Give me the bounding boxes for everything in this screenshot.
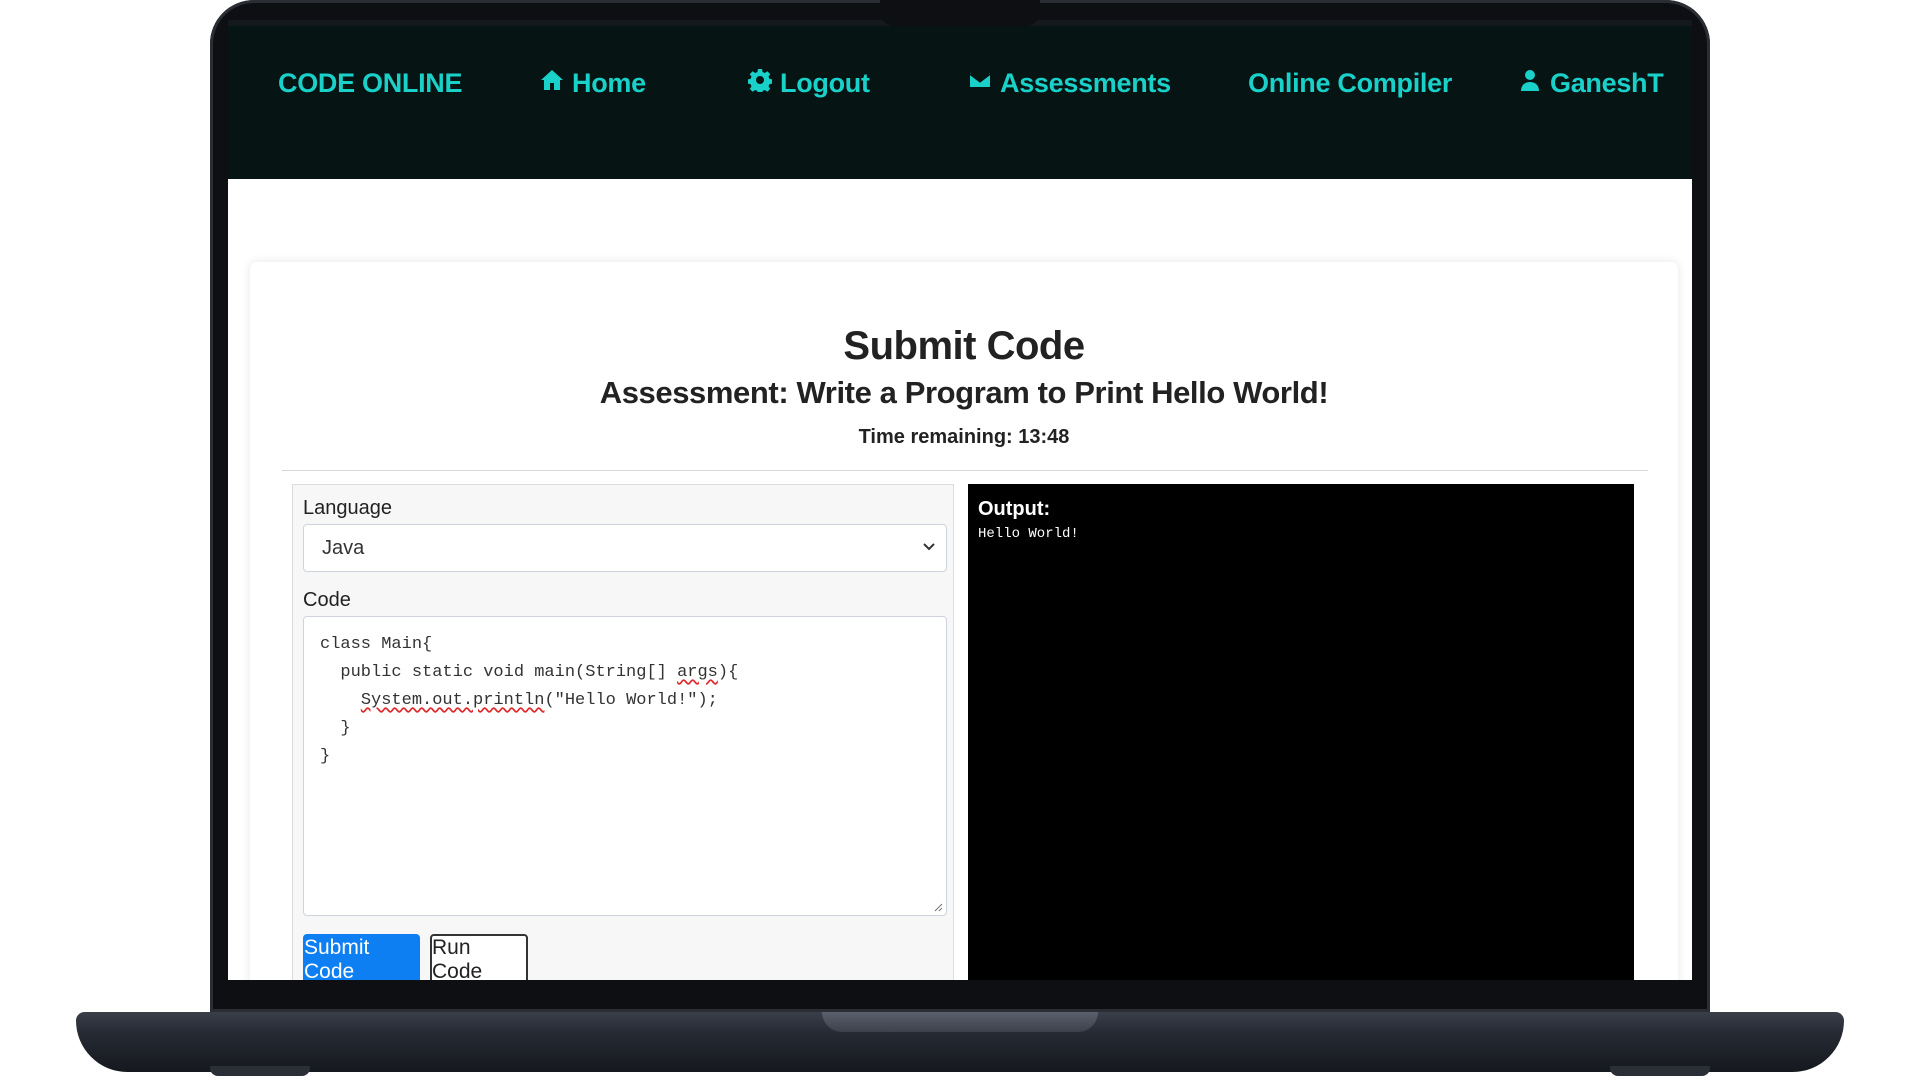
resize-handle-icon[interactable] [933,902,943,912]
timer-text: Time remaining: 13:48 [858,426,1070,448]
nav-logout-label: Logout [780,68,870,98]
home-icon [540,68,564,99]
submit-card: Submit Code Assessment: Write a Program … [250,262,1678,980]
nav-online-compiler[interactable]: Online Compiler [1248,68,1452,99]
code-label: Code [303,589,351,611]
language-value: Java [322,536,365,559]
code-editor[interactable]: class Main{ public static void main(Stri… [303,616,947,916]
nav-logout[interactable]: Logout [747,68,870,99]
nav-home-label: Home [572,68,646,98]
laptop-foot-left [210,1066,310,1076]
brand-link[interactable]: CODE ONLINE [278,68,463,99]
nav-home[interactable]: Home [540,68,646,99]
brand-label: CODE ONLINE [278,68,463,98]
camera-notch [880,0,1040,26]
gear-icon [747,68,773,99]
output-label: Output: [978,498,1051,520]
code-line-println: System.out.println("Hello World!"); [360,691,718,710]
nav-user-label: GaneshT [1550,68,1664,98]
assessment-title: Assessment: Write a Program to Print Hel… [599,375,1329,410]
laptop-hinge-lip [822,1012,1098,1032]
code-line: } [320,719,351,738]
nav-assessments-label: Assessments [1000,68,1171,98]
submit-code-button[interactable]: Submit Code [303,934,420,980]
laptop-foot-right [1610,1066,1710,1076]
output-panel: Output: Hello World! [968,484,1634,980]
divider [282,470,1648,471]
code-form: Language Java Code class Main{ public st… [292,484,954,980]
code-line: System.out.println("Hello World!"); [320,687,930,715]
envelope-icon [968,68,992,99]
spellcheck-underline: System.out.println [360,691,545,710]
code-line: } [320,747,331,766]
language-label: Language [303,497,392,519]
browser-viewport: CODE ONLINE Home Logout Assessments Onli… [228,20,1692,980]
navbar: CODE ONLINE Home Logout Assessments Onli… [228,20,1692,179]
output-text: Hello World! [978,526,1079,542]
page-title: Submit Code [843,324,1085,368]
run-code-button[interactable]: Run Code [430,934,528,980]
chevron-down-icon [923,543,935,551]
spellcheck-underline: args [677,663,718,682]
code-line-main: public static void main(String[] args){ [320,663,739,682]
nav-compiler-label: Online Compiler [1248,68,1453,98]
code-line: class Main{ [320,635,433,654]
nav-user[interactable]: GaneshT [1518,68,1664,99]
nav-assessments[interactable]: Assessments [968,68,1171,99]
code-line: public static void main(String[] args){ [320,659,930,687]
user-icon [1518,68,1542,99]
language-select[interactable]: Java [303,524,947,572]
